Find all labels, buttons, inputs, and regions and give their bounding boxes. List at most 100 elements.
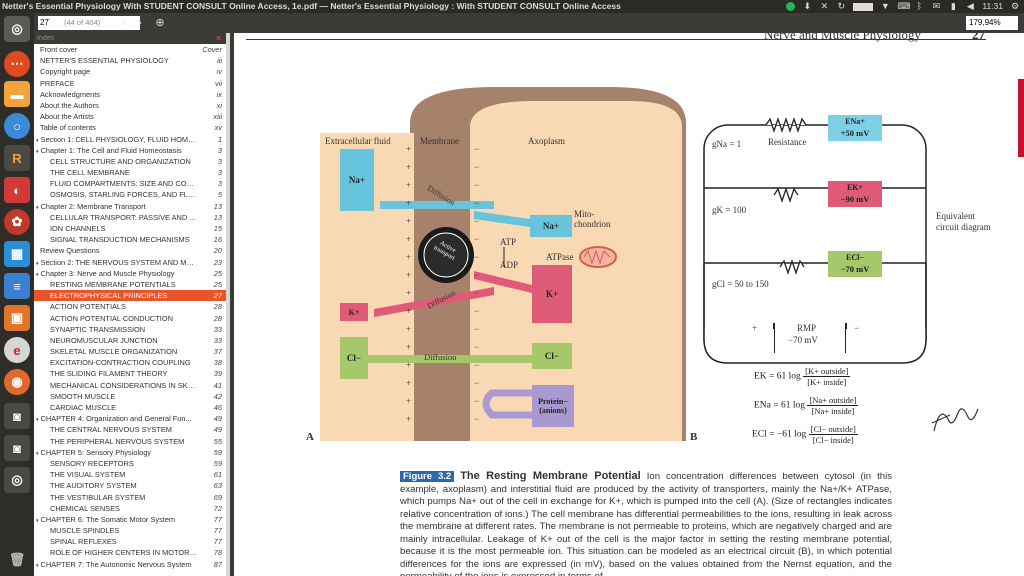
no-wifi-icon[interactable]: ✕ — [819, 2, 829, 11]
index-item[interactable]: THE SLIDING FILAMENT THEORY 39 — [34, 368, 226, 379]
index-item[interactable]: FLUID COMPARTMENTS: SIZE AND CONS... 3 — [34, 178, 226, 189]
bluetooth-icon[interactable]: ᛒ — [914, 2, 924, 11]
volume-icon[interactable]: ◀ — [965, 2, 975, 11]
index-item-text: PREFACE — [40, 78, 75, 88]
index-item[interactable]: ▾ CHAPTER 7: The Autonomic Nervous System… — [34, 559, 226, 570]
ubuntu-logo-icon[interactable]: ◎ — [4, 16, 30, 42]
disk-icon[interactable]: ◙ — [4, 403, 30, 429]
index-item-text: RESTING MEMBRANE POTENTIALS — [50, 279, 176, 289]
index-item[interactable]: NETTER'S ESSENTIAL PHYSIOLOGY iii — [34, 55, 226, 66]
close-icon[interactable]: ✕ — [215, 33, 222, 44]
index-item[interactable]: MECHANICAL CONSIDERATIONS IN SKEL... 41 — [34, 380, 226, 391]
browser-icon[interactable]: ○ — [4, 113, 30, 139]
index-item[interactable]: SYNAPTIC TRANSMISSION 33 — [34, 324, 226, 335]
expand-triangle-icon[interactable]: ▾ — [36, 149, 39, 155]
index-item[interactable]: ION CHANNELS 15 — [34, 223, 226, 234]
files-icon[interactable]: ▬ — [4, 81, 30, 107]
calc-icon[interactable]: ▦ — [4, 241, 30, 267]
wifi-icon[interactable]: ▼ — [880, 2, 890, 11]
equation-cl-lhs: ECl = −61 log — [752, 429, 807, 440]
index-item-text: CELLULAR TRANSPORT: PASSIVE AND A... — [50, 212, 198, 222]
index-item[interactable]: Front cover Cover — [34, 44, 226, 55]
index-item[interactable]: NEUROMUSCULAR JUNCTION 33 — [34, 335, 226, 346]
index-item[interactable]: ▾ CHAPTER 4: Organization and General Fun… — [34, 413, 226, 424]
expand-triangle-icon[interactable]: ▾ — [36, 205, 39, 211]
index-item[interactable]: THE PERIPHERAL NERVOUS SYSTEM 55 — [34, 436, 226, 447]
index-item-label: FLUID COMPARTMENTS: SIZE AND CONS... — [50, 178, 198, 189]
index-item[interactable]: CELL STRUCTURE AND ORGANIZATION 3 — [34, 156, 226, 167]
pycharm-icon[interactable]: R — [4, 145, 30, 171]
zoom-field[interactable]: 179,94% — [966, 16, 1018, 30]
index-item[interactable]: ▾ Chapter 1: The Cell and Fluid Homeostas… — [34, 145, 226, 156]
expand-triangle-icon[interactable]: ▾ — [36, 261, 39, 267]
power-icon[interactable]: ⚙ — [1010, 2, 1020, 11]
index-item[interactable]: THE VISUAL SYSTEM 61 — [34, 469, 226, 480]
index-item[interactable]: Acknowledgments ix — [34, 89, 226, 100]
index-item[interactable]: ▾ Section 2: THE NERVOUS SYSTEM AND MUS..… — [34, 257, 226, 268]
disk-icon-2[interactable]: ◙ — [4, 435, 30, 461]
index-item[interactable]: MUSCLE SPINDLES 77 — [34, 525, 226, 536]
ubuntu-software-icon[interactable]: ◉ — [4, 369, 30, 395]
index-item-page: 77 — [213, 514, 222, 524]
equation-cl-den: [Cl− inside] — [812, 435, 854, 445]
app-icon-red[interactable]: ⋯ — [4, 51, 30, 77]
ecl-name: ECl− — [846, 252, 864, 262]
index-item[interactable]: PREFACE vii — [34, 78, 226, 89]
battery-icon[interactable]: ▮ — [948, 2, 958, 11]
index-item[interactable]: ACTION POTENTIALS 28 — [34, 301, 226, 312]
previous-page-button[interactable]: ‹ — [118, 16, 130, 30]
index-item[interactable]: THE AUDITORY SYSTEM 63 — [34, 480, 226, 491]
toggle-app-icon[interactable]: ◐ — [4, 177, 30, 203]
index-item[interactable]: THE VESTIBULAR SYSTEM 69 — [34, 492, 226, 503]
page-number-input[interactable]: 27 — [38, 16, 64, 30]
index-item[interactable]: SPINAL REFLEXES 77 — [34, 536, 226, 547]
index-item[interactable]: CARDIAC MUSCLE 46 — [34, 402, 226, 413]
index-item[interactable]: CELLULAR TRANSPORT: PASSIVE AND A... 13 — [34, 212, 226, 223]
index-item[interactable]: ▾ Section 1: CELL PHYSIOLOGY, FLUID HOME.… — [34, 134, 226, 145]
community-icon[interactable]: ✿ — [4, 209, 30, 235]
expand-triangle-icon[interactable]: ▾ — [36, 563, 39, 569]
index-item[interactable]: OSMOSIS, STARLING FORCES, AND FLUI... 5 — [34, 189, 226, 200]
index-item[interactable]: About the Artists xiii — [34, 111, 226, 122]
index-item[interactable]: ▾ Chapter 3: Nerve and Muscle Physiology 2… — [34, 268, 226, 279]
expand-triangle-icon[interactable]: ▾ — [36, 451, 39, 457]
next-page-button[interactable]: › — [134, 16, 146, 30]
index-item[interactable]: Table of contents xv — [34, 122, 226, 133]
trash-icon[interactable]: 🗑 — [4, 547, 30, 573]
expand-triangle-icon[interactable]: ▾ — [36, 138, 39, 144]
index-item[interactable]: ▾ CHAPTER 6: The Somatic Motor System 77 — [34, 514, 226, 525]
index-item[interactable]: EXCITATION-CONTRACTION COUPLING 38 — [34, 357, 226, 368]
expand-triangle-icon[interactable]: ▾ — [36, 272, 39, 278]
index-item[interactable]: THE CENTRAL NERVOUS SYSTEM 49 — [34, 424, 226, 435]
index-item-label: ROLE OF HIGHER CENTERS IN MOTOR CO... — [50, 547, 198, 558]
index-item[interactable]: RESTING MEMBRANE POTENTIALS 25 — [34, 279, 226, 290]
update-icon[interactable]: ↻ — [836, 2, 846, 11]
mail-icon[interactable]: ✉ — [931, 2, 941, 11]
index-item[interactable]: Copyright page iv — [34, 66, 226, 77]
index-item[interactable]: SKELETAL MUSCLE ORGANIZATION 37 — [34, 346, 226, 357]
battery-indicator[interactable] — [853, 2, 874, 11]
spotify-icon[interactable] — [786, 2, 796, 11]
index-item[interactable]: ROLE OF HIGHER CENTERS IN MOTOR CO... 78 — [34, 547, 226, 558]
compass-icon[interactable]: ⊕ — [154, 16, 166, 30]
index-item[interactable]: CHEMICAL SENSES 72 — [34, 503, 226, 514]
expand-triangle-icon[interactable]: ▾ — [36, 417, 39, 423]
clock[interactable]: 11:31 — [982, 0, 1003, 13]
index-item[interactable]: ▾ CHAPTER 5: Sensory Physiology 59 — [34, 447, 226, 458]
document-icon[interactable]: ≡ — [4, 273, 30, 299]
index-item[interactable]: SENSORY RECEPTORS 59 — [34, 458, 226, 469]
index-item[interactable]: SMOOTH MUSCLE 42 — [34, 391, 226, 402]
index-item[interactable]: Review Questions 20 — [34, 245, 226, 256]
edit-app-icon[interactable]: e — [4, 337, 30, 363]
presentation-icon[interactable]: ▣ — [4, 305, 30, 331]
index-item[interactable]: SIGNAL TRANSDUCTION MECHANISMS 16 — [34, 234, 226, 245]
dvd-icon[interactable]: ◎ — [4, 467, 30, 493]
index-item[interactable]: THE CELL MEMBRANE 3 — [34, 167, 226, 178]
index-item[interactable]: ACTION POTENTIAL CONDUCTION 28 — [34, 313, 226, 324]
index-item[interactable]: ▾ Chapter 2: Membrane Transport 13 — [34, 201, 226, 212]
keyboard-icon[interactable]: ⌨ — [897, 2, 910, 11]
index-item[interactable]: ELECTROPHYSICAL PRINCIPLES 27 — [34, 290, 226, 302]
expand-triangle-icon[interactable]: ▾ — [36, 518, 39, 524]
download-icon[interactable]: ⬇ — [802, 2, 812, 11]
index-item[interactable]: About the Authors xi — [34, 100, 226, 111]
